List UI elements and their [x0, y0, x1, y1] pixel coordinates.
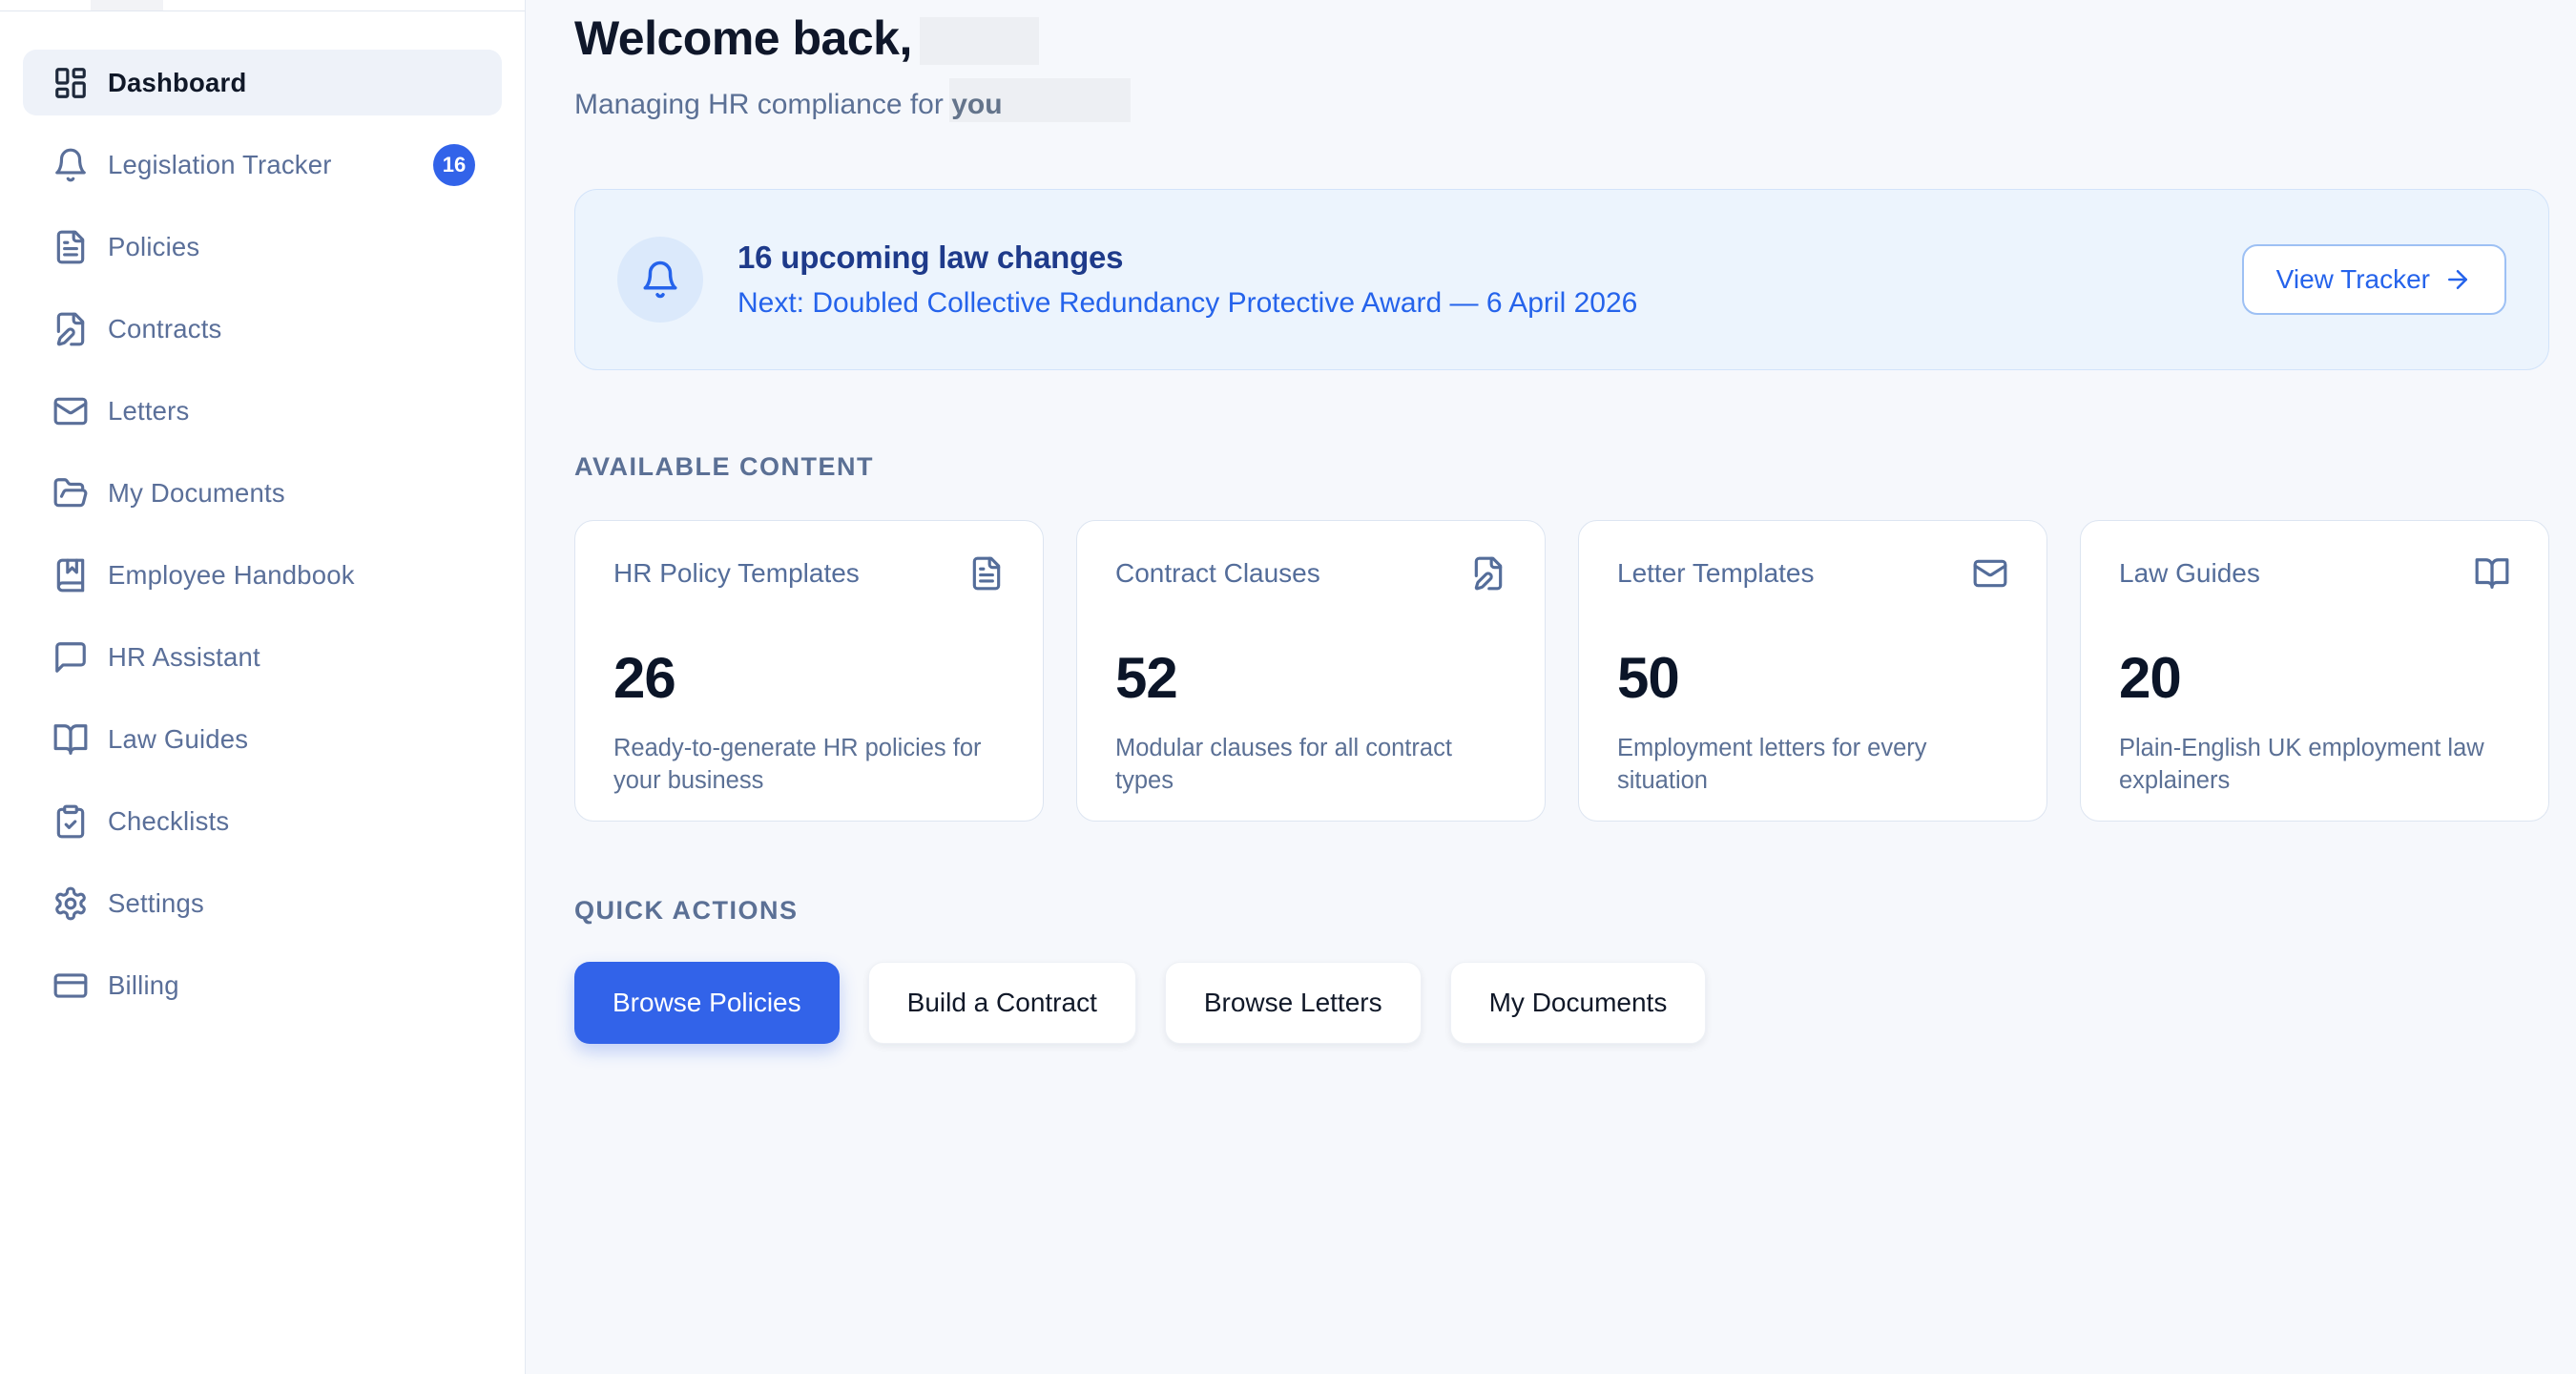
sidebar-item-my-documents[interactable]: My Documents: [23, 460, 502, 526]
banner-next-prefix: Next:: [737, 287, 812, 319]
sidebar-item-checklists[interactable]: Checklists: [23, 788, 502, 854]
file-text-icon: [968, 555, 1005, 592]
main-content: Welcome back, Managing HR compliance for…: [526, 0, 2576, 1374]
card-count: 26: [613, 645, 1005, 711]
sidebar-item-law-guides[interactable]: Law Guides: [23, 706, 502, 772]
layout-dashboard-icon: [52, 65, 89, 101]
file-text-icon: [52, 229, 89, 265]
credit-card-icon: [52, 968, 89, 1004]
sidebar-item-legislation-tracker[interactable]: Legislation Tracker 16: [23, 132, 502, 198]
sidebar-item-label: Checklists: [108, 806, 229, 837]
section-title-quick-actions: QUICK ACTIONS: [574, 896, 2549, 926]
sidebar-item-label: Legislation Tracker: [108, 150, 332, 180]
sidebar-item-employee-handbook[interactable]: Employee Handbook: [23, 542, 502, 608]
bell-icon: [617, 237, 703, 323]
sidebar: Dashboard Legislation Tracker 16 Policie…: [0, 0, 526, 1374]
sidebar-item-label: Letters: [108, 396, 189, 427]
clipboard-check-icon: [52, 803, 89, 840]
browse-policies-button[interactable]: Browse Policies: [574, 962, 840, 1044]
message-square-icon: [52, 639, 89, 676]
file-pen-icon: [1470, 555, 1506, 592]
file-pen-icon: [52, 311, 89, 347]
card-law-guides[interactable]: Law Guides 20 Plain-English UK employmen…: [2080, 520, 2549, 822]
my-documents-button[interactable]: My Documents: [1450, 962, 1707, 1044]
browse-letters-button[interactable]: Browse Letters: [1165, 962, 1422, 1044]
subtitle-emphasis: you: [951, 89, 1002, 120]
page-title: Welcome back,: [574, 11, 912, 67]
sidebar-item-billing[interactable]: Billing: [23, 952, 502, 1018]
subtitle-text: Managing HR compliance for: [574, 89, 951, 120]
sidebar-item-label: Settings: [108, 888, 204, 919]
sidebar-item-hr-assistant[interactable]: HR Assistant: [23, 624, 502, 690]
redacted-user-name: [920, 17, 1039, 65]
sidebar-header-divider: [0, 0, 525, 11]
bell-icon: [52, 147, 89, 183]
quick-action-buttons: Browse Policies Build a Contract Browse …: [574, 962, 2549, 1044]
sidebar-item-label: My Documents: [108, 478, 285, 509]
card-description: Plain-English UK employment law explaine…: [2119, 732, 2510, 798]
notification-badge: 16: [433, 144, 475, 186]
card-hr-policy-templates[interactable]: HR Policy Templates 26 Ready-to-generate…: [574, 520, 1044, 822]
sidebar-item-label: Dashboard: [108, 68, 246, 98]
section-title-available-content: AVAILABLE CONTENT: [574, 452, 2549, 482]
mail-icon: [1972, 555, 2008, 592]
banner-next-change: Next: Doubled Collective Redundancy Prot…: [737, 287, 1637, 320]
sidebar-item-dashboard[interactable]: Dashboard: [23, 50, 502, 115]
sidebar-item-policies[interactable]: Policies: [23, 214, 502, 280]
sidebar-item-settings[interactable]: Settings: [23, 870, 502, 936]
card-contract-clauses[interactable]: Contract Clauses 52 Modular clauses for …: [1076, 520, 1546, 822]
sidebar-item-contracts[interactable]: Contracts: [23, 296, 502, 362]
sidebar-item-label: Law Guides: [108, 724, 248, 755]
view-tracker-button[interactable]: View Tracker: [2242, 244, 2506, 315]
card-description: Employment letters for every situation: [1617, 732, 2008, 798]
mail-icon: [52, 393, 89, 429]
page-subtitle: Managing HR compliance for you: [574, 83, 2549, 126]
banner-next-link[interactable]: Doubled Collective Redundancy Protective…: [812, 287, 1442, 319]
card-count: 52: [1115, 645, 1506, 711]
card-count: 50: [1617, 645, 2008, 711]
card-title: Letter Templates: [1617, 558, 1815, 589]
book-marked-icon: [52, 557, 89, 593]
card-letter-templates[interactable]: Letter Templates 50 Employment letters f…: [1578, 520, 2047, 822]
card-title: HR Policy Templates: [613, 558, 860, 589]
sidebar-item-label: Billing: [108, 970, 179, 1001]
sidebar-item-label: Employee Handbook: [108, 560, 355, 591]
sidebar-item-label: Contracts: [108, 314, 221, 344]
arrow-right-icon: [2443, 265, 2472, 294]
sidebar-item-letters[interactable]: Letters: [23, 378, 502, 444]
book-open-icon: [2474, 555, 2510, 592]
banner-title: 16 upcoming law changes: [737, 239, 1637, 276]
card-description: Ready-to-generate HR policies for your b…: [613, 732, 1005, 798]
redacted-logo: [91, 0, 163, 10]
sidebar-nav: Dashboard Legislation Tracker 16 Policie…: [0, 11, 525, 1034]
view-tracker-label: View Tracker: [2276, 264, 2430, 295]
settings-gear-icon: [52, 885, 89, 922]
book-open-icon: [52, 721, 89, 758]
sidebar-item-label: HR Assistant: [108, 642, 260, 673]
content-cards: HR Policy Templates 26 Ready-to-generate…: [574, 520, 2549, 822]
sidebar-item-label: Policies: [108, 232, 199, 262]
card-count: 20: [2119, 645, 2510, 711]
law-changes-banner: 16 upcoming law changes Next: Doubled Co…: [574, 189, 2549, 370]
card-title: Law Guides: [2119, 558, 2260, 589]
card-title: Contract Clauses: [1115, 558, 1320, 589]
build-a-contract-button[interactable]: Build a Contract: [868, 962, 1136, 1044]
card-description: Modular clauses for all contract types: [1115, 732, 1506, 798]
banner-next-date: — 6 April 2026: [1442, 287, 1637, 319]
folder-open-icon: [52, 475, 89, 511]
